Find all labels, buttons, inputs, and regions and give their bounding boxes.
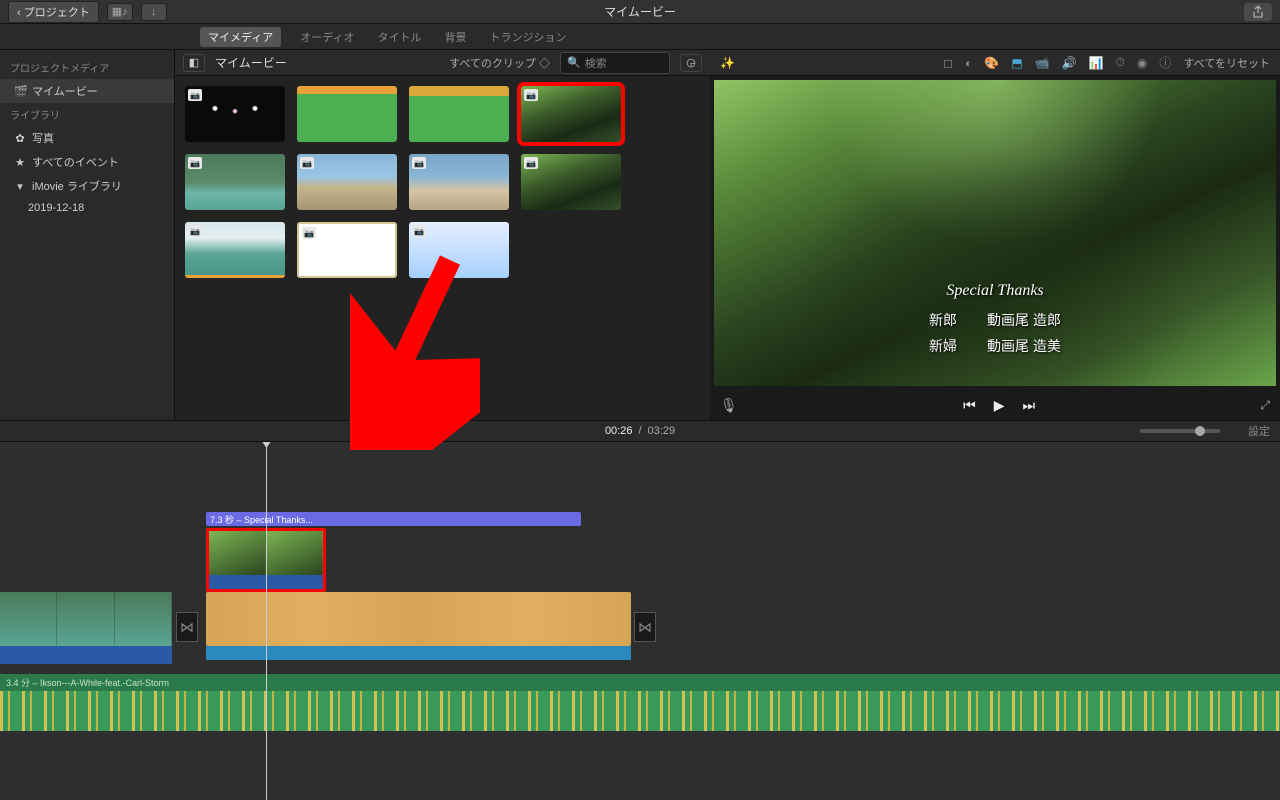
chevron-down-icon: ▾ bbox=[14, 180, 26, 193]
sidebar-item-mymovie[interactable]: 🎬マイムービー bbox=[0, 79, 174, 103]
preview-panel: ✨ ◻ ◐ 🎨 ⬒ 📹 🔊 📊 ⏱ ◉ ⓘ すべてをリセット Special T… bbox=[710, 50, 1280, 420]
tab-audio[interactable]: オーディオ bbox=[296, 29, 358, 45]
current-time: 00:26 bbox=[605, 425, 633, 437]
camera-icon: 📷 bbox=[188, 157, 202, 169]
sidebar-header-library: ライブラリ bbox=[0, 103, 174, 126]
clip-thumb[interactable]: 📷 bbox=[297, 154, 397, 210]
transition[interactable]: ⋈ bbox=[634, 612, 656, 642]
clapper-icon: 🎬 bbox=[14, 85, 26, 98]
clip-thumb[interactable]: 📷 bbox=[185, 86, 285, 142]
zoom-slider[interactable] bbox=[1140, 429, 1220, 433]
clip-thumb[interactable]: 📷 bbox=[409, 222, 509, 278]
library-view-button[interactable]: ▦♪ bbox=[107, 3, 133, 21]
video-clip[interactable] bbox=[0, 592, 172, 664]
share-button[interactable] bbox=[1244, 3, 1272, 21]
clip-thumb[interactable]: 📷 bbox=[409, 154, 509, 210]
tab-titles[interactable]: タイトル bbox=[373, 29, 425, 45]
timeline-settings[interactable]: 設定 bbox=[1248, 423, 1270, 439]
clip-filter[interactable]: すべてのクリップ ◇ bbox=[449, 55, 550, 71]
clip-thumb[interactable]: 📷 bbox=[185, 154, 285, 210]
sidebar-header-project: プロジェクトメディア bbox=[0, 56, 174, 79]
camera-icon: 📷 bbox=[524, 89, 538, 101]
video-clip[interactable] bbox=[206, 592, 631, 646]
media-browser: ◧ マイムービー すべてのクリップ ◇ 🔍検索 ◶ 📷 📷 📷 📷 📷 📷 📷 … bbox=[175, 50, 710, 420]
clip-thumb[interactable]: 📷 bbox=[297, 222, 397, 278]
breadcrumb: マイムービー bbox=[215, 54, 287, 71]
color-wheel-icon[interactable]: 🎨 bbox=[984, 56, 999, 70]
search-icon: 🔍 bbox=[567, 56, 581, 69]
tab-my-media[interactable]: マイメディア bbox=[200, 27, 281, 47]
preview-canvas[interactable]: Special Thanks 新郎動画尾 造郎 新婦動画尾 造美 bbox=[714, 80, 1276, 386]
sidebar-toggle-button[interactable]: ◧ bbox=[183, 54, 205, 72]
camera-icon: 📷 bbox=[300, 157, 314, 169]
clip-thumb[interactable] bbox=[409, 86, 509, 142]
speed-icon[interactable]: ⏱ bbox=[1116, 55, 1125, 70]
tab-backgrounds[interactable]: 背景 bbox=[440, 29, 470, 45]
import-button[interactable]: ↓ bbox=[141, 3, 167, 21]
title-clip[interactable]: 7.3 秒 – Special Thanks... bbox=[206, 512, 581, 526]
timeline-header: 00:26 / 03:29 設定 bbox=[0, 420, 1280, 442]
noise-icon[interactable]: 📊 bbox=[1089, 56, 1104, 70]
camera-icon: 📷 bbox=[412, 157, 426, 169]
tab-transitions[interactable]: トランジション bbox=[485, 29, 570, 45]
title-overlay: Special Thanks 新郎動画尾 造郎 新婦動画尾 造美 bbox=[929, 282, 1061, 356]
prev-button[interactable]: ⏮ bbox=[963, 397, 976, 414]
sidebar-item-library[interactable]: ▾iMovie ライブラリ bbox=[0, 174, 174, 198]
playhead[interactable] bbox=[266, 442, 267, 800]
main-video-track: ⋈ ⋈ bbox=[0, 592, 1280, 664]
star-icon: ★ bbox=[14, 156, 26, 169]
timeline[interactable]: 7.3 秒 – Special Thanks... ⋈ ⋈ 3.4 分 – Ik… bbox=[0, 442, 1280, 800]
crop-icon[interactable]: ⬒ bbox=[1011, 56, 1022, 70]
volume-icon[interactable]: 🔊 bbox=[1062, 56, 1077, 70]
color-balance-icon[interactable]: ◻ bbox=[943, 56, 953, 70]
audio-clip[interactable] bbox=[0, 691, 1280, 731]
clip-thumb[interactable]: 📷 bbox=[185, 222, 285, 278]
camera-icon: 📷 bbox=[188, 225, 202, 237]
view-options-button[interactable]: ◶ bbox=[680, 54, 702, 72]
camera-icon: 📷 bbox=[302, 227, 316, 239]
sidebar-item-date[interactable]: 2019-12-18 bbox=[0, 198, 174, 218]
sidebar-item-photos[interactable]: ✿写真 bbox=[0, 126, 174, 150]
camera-icon: 📷 bbox=[412, 225, 426, 237]
sidebar-item-all-events[interactable]: ★すべてのイベント bbox=[0, 150, 174, 174]
fullscreen-button[interactable]: ⤢ bbox=[1260, 398, 1270, 413]
titlebar: ‹ プロジェクト ▦♪ ↓ マイムービー bbox=[0, 0, 1280, 24]
clip-thumb[interactable]: 📷 bbox=[521, 154, 621, 210]
color-correction-icon[interactable]: ◐ bbox=[965, 56, 972, 70]
voiceover-button[interactable]: 🎙 bbox=[720, 397, 738, 414]
photos-icon: ✿ bbox=[14, 132, 26, 145]
sidebar: プロジェクトメディア 🎬マイムービー ライブラリ ✿写真 ★すべてのイベント ▾… bbox=[0, 50, 175, 420]
stabilize-icon[interactable]: 📹 bbox=[1035, 56, 1050, 70]
play-button[interactable]: ▶ bbox=[994, 397, 1005, 414]
enhance-icon[interactable]: ✨ bbox=[720, 56, 735, 70]
back-button[interactable]: ‹ プロジェクト bbox=[8, 1, 99, 23]
camera-icon: 📷 bbox=[524, 157, 538, 169]
window-title: マイムービー bbox=[604, 3, 676, 20]
clip-thumb[interactable] bbox=[297, 86, 397, 142]
search-input[interactable]: 🔍検索 bbox=[560, 52, 670, 74]
transition[interactable]: ⋈ bbox=[176, 612, 198, 642]
media-tabs: マイメディア オーディオ タイトル 背景 トランジション bbox=[0, 24, 1280, 50]
clip-thumb-selected[interactable]: 📷 bbox=[521, 86, 621, 142]
audio-clip-label[interactable]: 3.4 分 – Ikson---A-While-feat.-Carl-Storm bbox=[0, 674, 1280, 691]
audio-track: 3.4 分 – Ikson---A-While-feat.-Carl-Storm bbox=[0, 674, 1280, 731]
duration: 03:29 bbox=[648, 425, 676, 437]
filter-icon[interactable]: ◉ bbox=[1137, 56, 1147, 70]
camera-icon: 📷 bbox=[188, 89, 202, 101]
next-button[interactable]: ⏭ bbox=[1022, 397, 1035, 414]
reset-all-button[interactable]: すべてをリセット bbox=[1183, 55, 1270, 71]
info-icon[interactable]: ⓘ bbox=[1159, 54, 1171, 71]
